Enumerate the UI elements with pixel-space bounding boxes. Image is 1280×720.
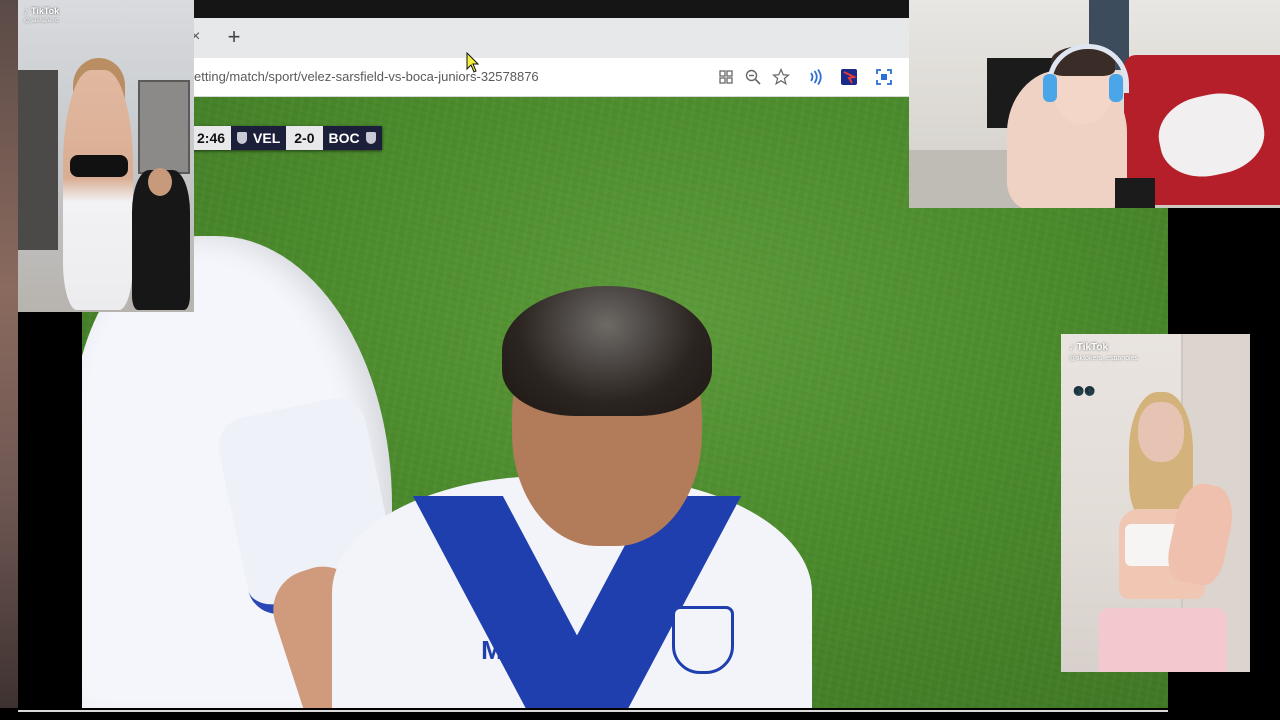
caption-emoji: 🌑🌑 bbox=[1073, 386, 1096, 396]
home-shield-icon bbox=[237, 132, 248, 144]
tiktok-note-icon: ♪ bbox=[1069, 342, 1074, 353]
streamer-webcam bbox=[909, 0, 1280, 208]
girl-skirt bbox=[1099, 608, 1227, 672]
tiktok-logo-left: ♪ TikTok bbox=[24, 6, 59, 16]
gaming-chair bbox=[1115, 178, 1155, 208]
apps-icon[interactable] bbox=[715, 66, 737, 88]
away-team-label: BOC bbox=[328, 130, 360, 146]
headset-earcup-left bbox=[1043, 74, 1057, 102]
tiktok-username-right: @tiktokers_espanoles bbox=[1069, 355, 1138, 362]
favorite-star-icon[interactable] bbox=[770, 66, 792, 88]
new-tab-button[interactable]: + bbox=[224, 26, 244, 48]
extension-icon[interactable] bbox=[838, 66, 860, 88]
tiktok-brand-label: TikTok bbox=[1076, 342, 1109, 353]
left-background-edge bbox=[0, 0, 18, 720]
tiktok-video-left[interactable]: ♪ TikTok @sashaferro bbox=[18, 0, 194, 312]
seated-man-head bbox=[148, 168, 172, 196]
read-aloud-icon[interactable] bbox=[804, 66, 826, 88]
tiktok-video-right[interactable]: ♪ TikTok @tiktokers_espanoles 🌑🌑 bbox=[1061, 334, 1250, 672]
browser-title-strip bbox=[194, 0, 910, 18]
tiktok-username-left: @sashaferro bbox=[24, 18, 59, 24]
away-shield-icon bbox=[365, 132, 376, 144]
score: 2-0 bbox=[286, 126, 323, 150]
left-black-bar bbox=[18, 312, 82, 710]
girl-face bbox=[1138, 402, 1184, 462]
mouse-cursor-icon bbox=[466, 51, 480, 74]
screenshot-icon[interactable] bbox=[873, 66, 895, 88]
room-shelf bbox=[138, 80, 190, 174]
match-clock: 2:46 bbox=[191, 126, 232, 150]
room-wall-dark bbox=[18, 70, 58, 250]
dancer-figure bbox=[63, 70, 133, 310]
video-progress-line[interactable] bbox=[18, 710, 1168, 712]
headset-earcup-right bbox=[1109, 74, 1123, 102]
club-crest-icon bbox=[672, 606, 734, 674]
tiktok-note-icon: ♪ bbox=[24, 6, 29, 16]
zoom-out-icon[interactable] bbox=[742, 66, 764, 88]
url-text[interactable]: etting/match/sport/velez-sarsfield-vs-bo… bbox=[194, 66, 539, 88]
home-team: VEL bbox=[231, 126, 287, 150]
away-team: BOC bbox=[322, 126, 382, 150]
player-main-hair bbox=[502, 286, 712, 416]
tiktok-brand-label: TikTok bbox=[31, 6, 60, 16]
kit-brand-logo: M bbox=[481, 635, 503, 665]
browser-tab-bar bbox=[194, 18, 910, 58]
scoreboard: 2:46 VEL 2-0 BOC bbox=[191, 126, 382, 150]
tiktok-logo-right: ♪ TikTok bbox=[1069, 342, 1108, 353]
home-team-label: VEL bbox=[253, 130, 281, 146]
dancer-top bbox=[70, 155, 128, 177]
